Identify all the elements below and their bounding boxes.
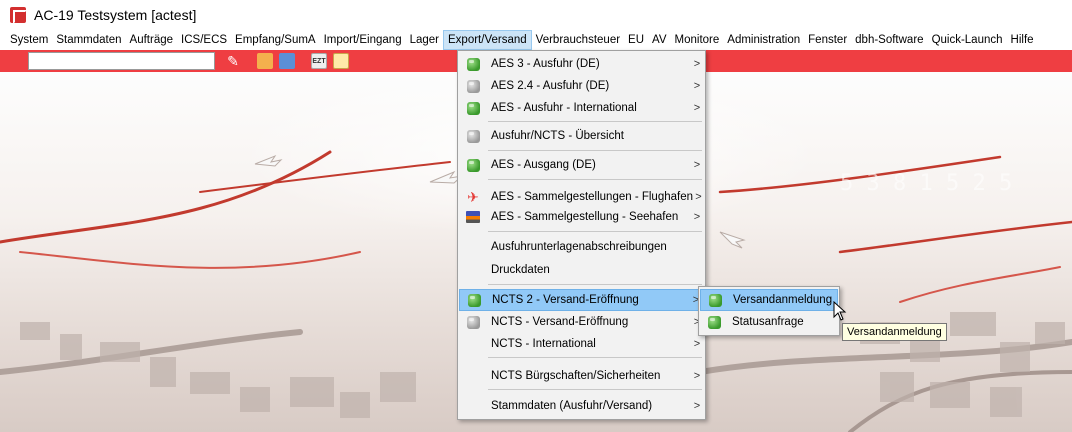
- gray-cube-icon: [466, 315, 480, 329]
- menu-item-label: NCTS - Versand-Eröffnung: [491, 316, 629, 328]
- menu-item-druckdaten[interactable]: Druckdaten: [459, 259, 704, 281]
- submenu-arrow-icon: >: [693, 80, 701, 92]
- container-ship-icon: [466, 211, 480, 223]
- menu-verbrauchsteuer[interactable]: Verbrauchsteuer: [532, 30, 624, 50]
- menu-separator: [488, 389, 702, 390]
- submenu-arrow-icon: >: [693, 338, 701, 350]
- gray-cube-icon: [466, 79, 480, 93]
- menu-ics-ecs[interactable]: ICS/ECS: [177, 30, 231, 50]
- menu-stammdaten[interactable]: Stammdaten: [52, 30, 125, 50]
- menu-item-label: AES 2.4 - Ausfuhr (DE): [491, 80, 610, 92]
- menu-item-aes-ausfuhr-international[interactable]: AES - Ausfuhr - International >: [459, 97, 704, 119]
- menu-item-label: AES 3 - Ausfuhr (DE): [491, 58, 600, 70]
- menu-monitore[interactable]: Monitore: [671, 30, 724, 50]
- menu-system[interactable]: System: [6, 30, 52, 50]
- submenu-item-versandanmeldung[interactable]: Versandanmeldung: [700, 289, 838, 311]
- menu-empfang-suma[interactable]: Empfang/SumA: [231, 30, 320, 50]
- menu-item-label: AES - Ausgang (DE): [491, 159, 596, 171]
- submenu-arrow-icon: >: [693, 102, 701, 114]
- menu-separator: [488, 121, 702, 122]
- menu-item-label: Ausfuhr/NCTS - Übersicht: [491, 130, 624, 142]
- submenu-arrow-icon: >: [693, 58, 701, 70]
- mouse-cursor-icon: [833, 301, 847, 321]
- green-cube-icon: [707, 315, 721, 329]
- submenu-item-label: Statusanfrage: [732, 316, 804, 328]
- submenu-arrow-icon: >: [693, 370, 701, 382]
- submenu-item-statusanfrage[interactable]: Statusanfrage: [700, 311, 838, 333]
- svg-text:5 3 8 1 5 2 5: 5 3 8 1 5 2 5: [840, 171, 1012, 196]
- menu-item-label: Stammdaten (Ausfuhr/Versand): [491, 400, 653, 412]
- wand-icon[interactable]: ✎: [225, 53, 241, 69]
- gray-cube-icon: [466, 129, 480, 143]
- menu-item-ncts-buergschaften[interactable]: NCTS Bürgschaften/Sicherheiten >: [459, 365, 704, 387]
- ncts2-submenu: Versandanmeldung Statusanfrage: [698, 286, 840, 336]
- menu-item-label: Ausfuhrunterlagenabschreibungen: [491, 241, 667, 253]
- green-cube-icon: [708, 293, 722, 307]
- menu-separator: [488, 179, 702, 180]
- menu-export-versand[interactable]: Export/Versand: [443, 30, 532, 50]
- menu-item-ausfuhr-ncts-uebersicht[interactable]: Ausfuhr/NCTS - Übersicht: [459, 125, 704, 147]
- gear-icon[interactable]: [279, 53, 295, 69]
- menu-item-aes-sammelgestellungen-flughafen[interactable]: ✈ AES - Sammelgestellungen - Flughafen >: [459, 186, 704, 208]
- submenu-item-label: Versandanmeldung: [733, 294, 833, 306]
- ezt-icon[interactable]: EZT: [311, 53, 327, 69]
- menu-item-label: AES - Sammelgestellung - Seehafen: [491, 211, 679, 223]
- menu-auftraege[interactable]: Aufträge: [126, 30, 177, 50]
- menu-administration[interactable]: Administration: [723, 30, 804, 50]
- menu-separator: [488, 150, 702, 151]
- menu-bar: System Stammdaten Aufträge ICS/ECS Empfa…: [0, 30, 1072, 50]
- menu-item-stammdaten-ausfuhr-versand[interactable]: Stammdaten (Ausfuhr/Versand) >: [459, 395, 704, 417]
- menu-item-label: NCTS Bürgschaften/Sicherheiten: [491, 370, 661, 382]
- green-cube-icon: [466, 101, 480, 115]
- menu-item-ncts-versand-eroeffnung[interactable]: NCTS - Versand-Eröffnung >: [459, 311, 704, 333]
- title-bar: AC-19 Testsystem [actest]: [0, 0, 1072, 30]
- tooltip: Versandanmeldung: [842, 323, 947, 341]
- menu-item-label: NCTS - International: [491, 338, 596, 350]
- green-cube-icon: [466, 158, 480, 172]
- users-icon[interactable]: [257, 53, 273, 69]
- submenu-arrow-icon: >: [693, 400, 701, 412]
- submenu-arrow-icon: >: [693, 159, 701, 171]
- menu-item-aes24-ausfuhr[interactable]: AES 2.4 - Ausfuhr (DE) >: [459, 75, 704, 97]
- menu-item-label: Druckdaten: [491, 264, 550, 276]
- menu-av[interactable]: AV: [648, 30, 671, 50]
- menu-fenster[interactable]: Fenster: [804, 30, 851, 50]
- menu-item-ncts2-versand-eroeffnung[interactable]: NCTS 2 - Versand-Eröffnung >: [459, 289, 704, 311]
- airplane-icon: ✈: [467, 189, 479, 205]
- green-cube-icon: [467, 293, 481, 307]
- menu-lager[interactable]: Lager: [406, 30, 443, 50]
- window-title: AC-19 Testsystem [actest]: [34, 7, 197, 23]
- menu-item-ausfuhrunterlagenabschreibungen[interactable]: Ausfuhrunterlagenabschreibungen: [459, 236, 704, 258]
- app-logo-icon: [10, 7, 27, 24]
- menu-item-aes-sammelgestellung-seehafen[interactable]: AES - Sammelgestellung - Seehafen >: [459, 206, 704, 228]
- menu-item-aes3-ausfuhr[interactable]: AES 3 - Ausfuhr (DE) >: [459, 53, 704, 75]
- menu-eu[interactable]: EU: [624, 30, 648, 50]
- submenu-arrow-icon: >: [693, 211, 701, 223]
- menu-separator: [488, 231, 702, 232]
- green-cube-icon: [466, 57, 480, 71]
- menu-item-aes-ausgang[interactable]: AES - Ausgang (DE) >: [459, 154, 704, 176]
- menu-item-label: NCTS 2 - Versand-Eröffnung: [492, 294, 639, 306]
- menu-item-label: AES - Ausfuhr - International: [491, 102, 637, 114]
- menu-import-eingang[interactable]: Import/Eingang: [320, 30, 406, 50]
- menu-dbh-software[interactable]: dbh-Software: [851, 30, 927, 50]
- quick-search-input[interactable]: [28, 52, 215, 70]
- home-icon[interactable]: [333, 53, 349, 69]
- menu-separator: [488, 284, 702, 285]
- menu-separator: [488, 357, 702, 358]
- menu-quick-launch[interactable]: Quick-Launch: [928, 30, 1007, 50]
- submenu-arrow-icon: >: [695, 191, 702, 203]
- menu-item-label: AES - Sammelgestellungen - Flughafen: [491, 191, 693, 203]
- menu-item-ncts-international[interactable]: NCTS - International >: [459, 333, 704, 355]
- export-versand-menu: AES 3 - Ausfuhr (DE) > AES 2.4 - Ausfuhr…: [457, 50, 706, 420]
- menu-hilfe[interactable]: Hilfe: [1007, 30, 1038, 50]
